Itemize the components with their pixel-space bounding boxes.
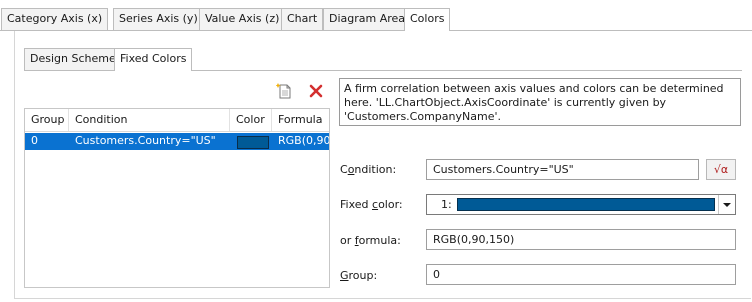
or-formula-label: or formula: <box>340 234 401 247</box>
column-header-formula[interactable]: Formula <box>272 109 329 131</box>
group-field[interactable]: 0 <box>426 264 736 285</box>
cell-condition: Customers.Country="US" <box>75 134 216 147</box>
info-text: A firm correlation between axis values a… <box>339 78 741 126</box>
condition-field[interactable]: Customers.Country="US" <box>426 159 699 180</box>
tab-series-axis[interactable]: Series Axis (y) <box>113 8 204 30</box>
or-formula-field[interactable]: RGB(0,90,150) <box>426 229 736 250</box>
formula-button[interactable]: √α <box>706 159 736 180</box>
color-index: 1: <box>441 198 452 211</box>
column-header-color[interactable]: Color <box>230 109 272 131</box>
chevron-down-icon <box>723 203 731 207</box>
cell-group: 0 <box>31 134 38 147</box>
tab-diagram-area[interactable]: Diagram Area <box>323 8 412 30</box>
tab-colors[interactable]: Colors <box>404 8 451 31</box>
column-header-condition[interactable]: Condition <box>69 109 230 131</box>
fixed-color-label: Fixed color: <box>340 198 403 211</box>
group-label: Group: <box>340 269 378 282</box>
tab-value-axis[interactable]: Value Axis (z) <box>199 8 286 30</box>
tab-category-axis[interactable]: Category Axis (x) <box>1 8 109 30</box>
subtab-design-scheme[interactable]: Design Scheme <box>24 48 122 70</box>
cell-color <box>230 133 272 150</box>
color-swatch <box>237 136 269 149</box>
table-header: Group Condition Color Formula <box>25 109 329 132</box>
subtab-fixed-colors[interactable]: Fixed Colors <box>114 48 193 71</box>
dropdown-arrow[interactable] <box>718 195 735 214</box>
condition-label: Condition: <box>340 163 397 176</box>
column-header-group[interactable]: Group <box>25 109 69 131</box>
tab-chart[interactable]: Chart <box>281 8 324 30</box>
new-document-icon[interactable] <box>275 82 294 100</box>
top-tab-bar: Category Axis (x) Series Axis (y) Value … <box>0 0 752 31</box>
cell-formula: RGB(0,90,150) <box>278 134 329 147</box>
selected-color-swatch <box>457 198 715 211</box>
fixed-colors-table[interactable]: Group Condition Color Formula 0 Customer… <box>24 108 330 288</box>
table-row[interactable]: 0 Customers.Country="US" RGB(0,90,150) <box>25 133 329 150</box>
fixed-color-dropdown[interactable]: 1: <box>426 194 736 215</box>
formula-icon: √α <box>713 163 729 176</box>
delete-icon[interactable] <box>307 82 325 100</box>
